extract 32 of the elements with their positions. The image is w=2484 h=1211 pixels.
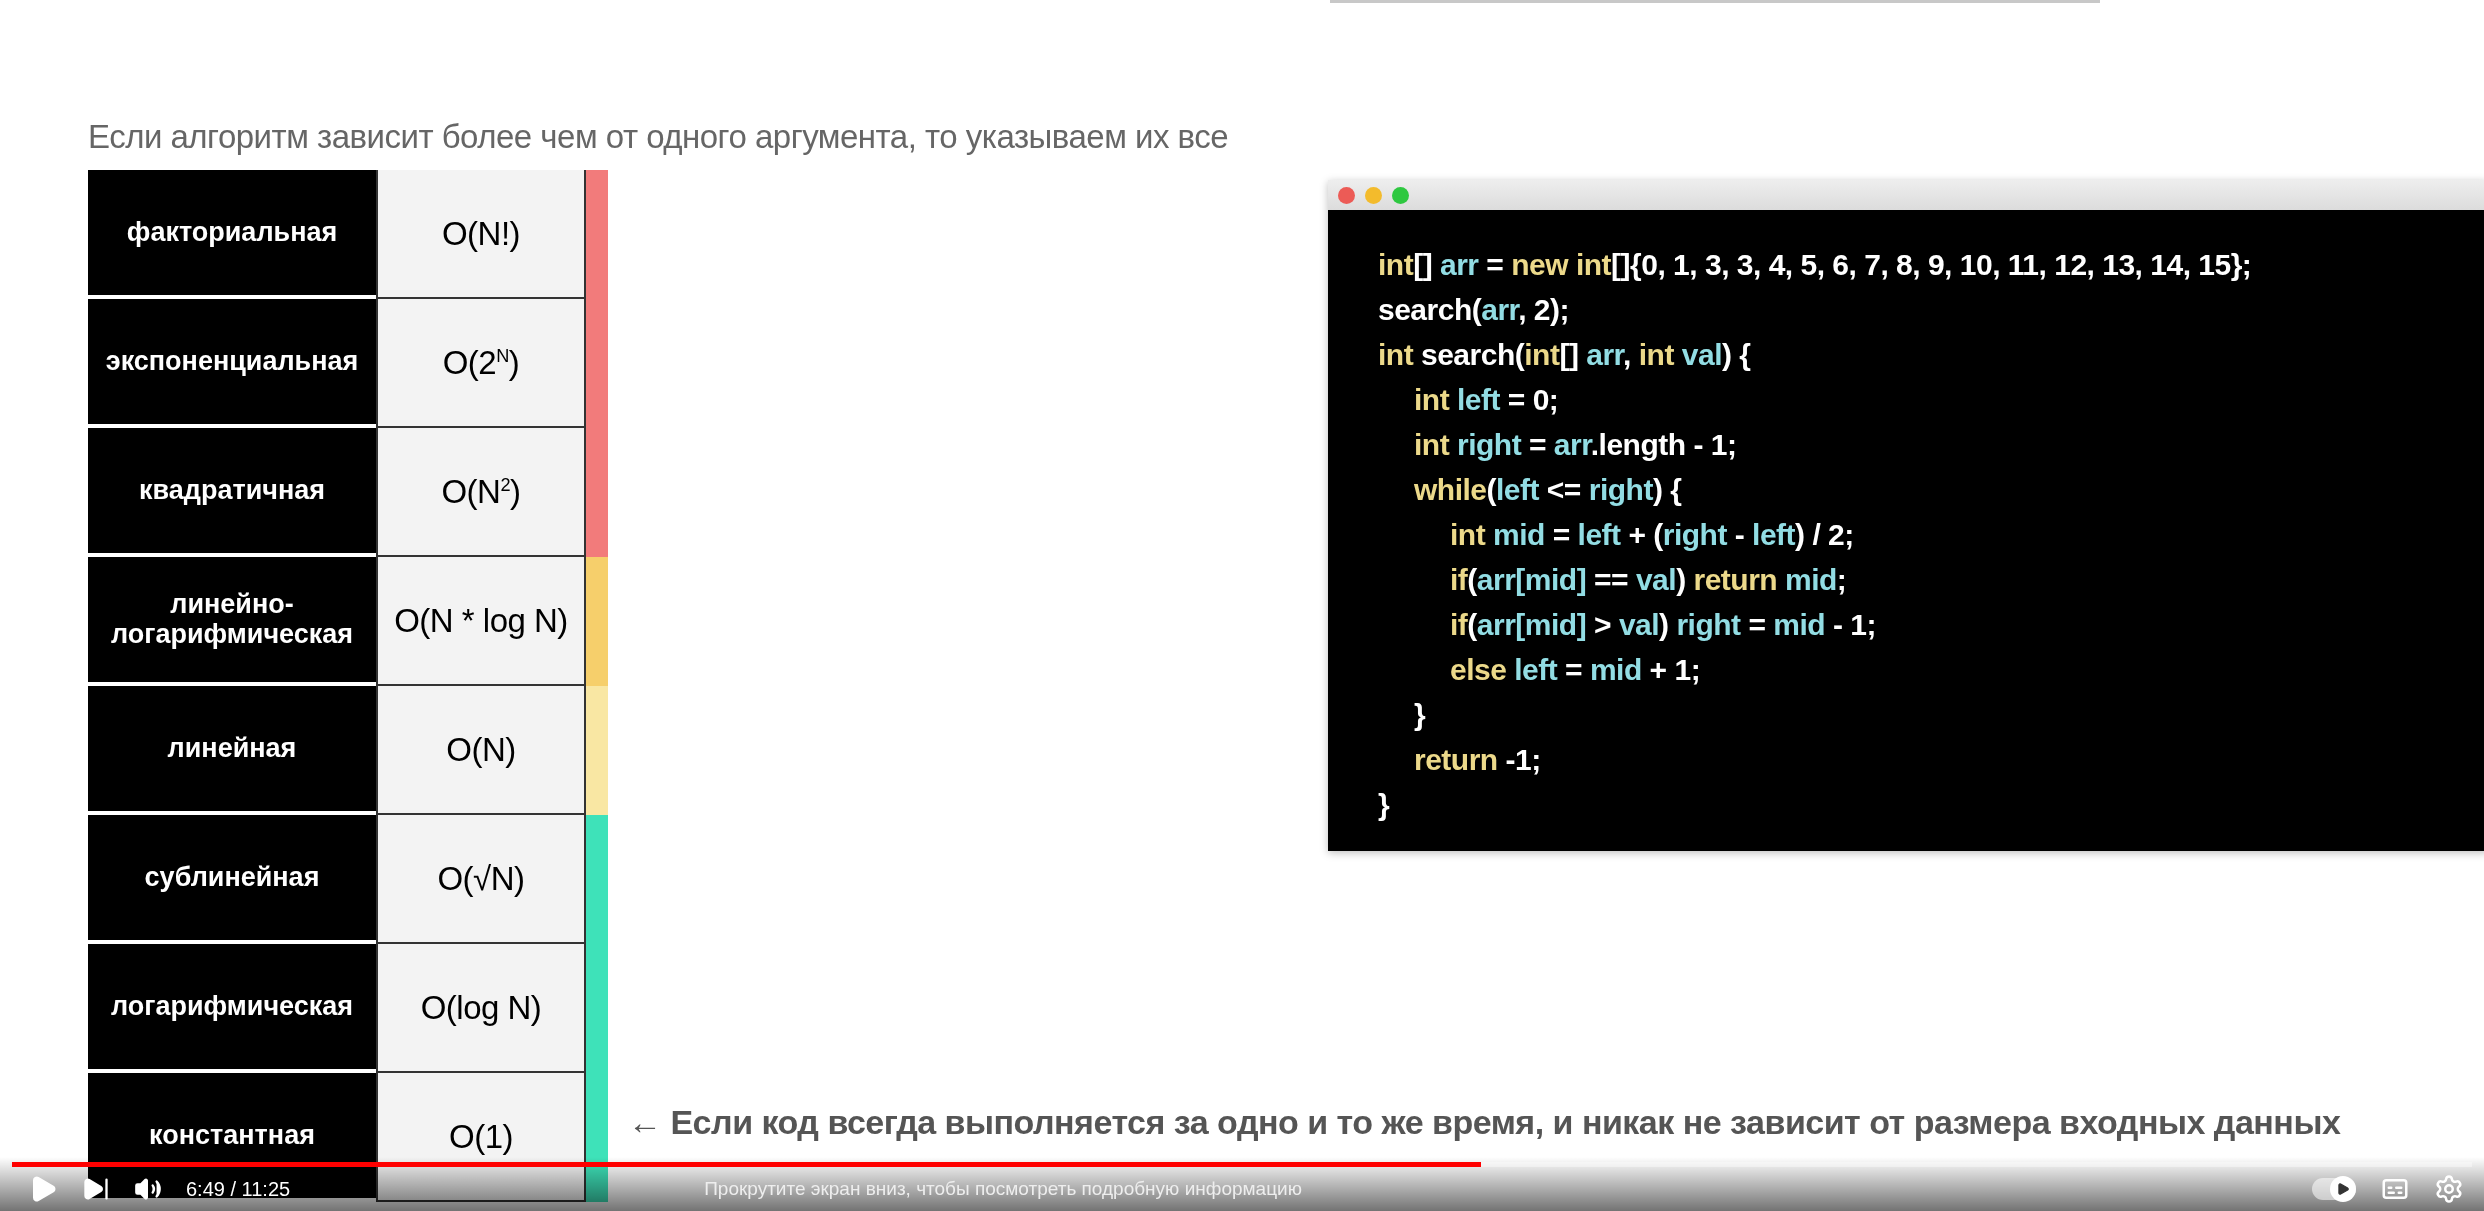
code-line: int[] arr = new int[]{0, 1, 3, 3, 4, 5, 6, 7, 8, 9, 10, 11, 12, 13, 14, 15};: [1378, 247, 2253, 283]
slide-heading: Если алгоритм зависит более чем от одного аргумента, то указываем их все: [88, 118, 1230, 156]
code-line: }: [1378, 787, 1391, 823]
autoplay-toggle[interactable]: [2312, 1178, 2356, 1200]
close-dot-icon: [1338, 186, 1355, 204]
code-line: while(left <= right) {: [1414, 472, 1683, 508]
code-line: return -1;: [1414, 742, 1542, 778]
code-line: int search(int[] arr, int val) {: [1378, 337, 1752, 373]
code-line: else left = mid + 1;: [1450, 652, 1702, 688]
play-icon: [2336, 1182, 2350, 1196]
code-line: int left = 0;: [1414, 382, 1560, 418]
table-cell: O(√N): [376, 815, 586, 944]
table-cell: O(N): [376, 686, 586, 815]
table-cell: O(2$^{N}$): [376, 299, 586, 428]
note-text: ← Если код всегда выполняется за одно и то же время, и никак не зависит от размера входных данных: [628, 1103, 2341, 1142]
table-cell: O(N * log N): [376, 557, 586, 686]
code-line: if(arr[mid] > val) right = mid - 1;: [1450, 607, 1877, 643]
code-line: search(arr, 2);: [1378, 292, 1570, 328]
scroll-hint: Прокрутите экран вниз, чтобы посмотреть подробную информацию: [704, 1178, 1303, 1200]
table-cell: O(1): [376, 1073, 586, 1202]
progress-bar[interactable]: [12, 1162, 2472, 1167]
zoom-dot-icon: [1392, 186, 1409, 204]
code-line: int right = arr.length - 1;: [1414, 427, 1738, 463]
table-cell: O(log N): [376, 944, 586, 1073]
settings-button[interactable]: [2434, 1174, 2464, 1204]
table-cell: O(N!): [376, 170, 586, 299]
table-cell: O(N$^{2}$): [376, 428, 586, 557]
minimize-dot-icon: [1365, 186, 1382, 204]
code-line: int mid = left + (right - left) / 2;: [1450, 517, 1855, 553]
time-display: 6:49 / 11:25: [186, 1177, 291, 1201]
code-line: }: [1414, 697, 1427, 733]
code-line: if(arr[mid] == val) return mid;: [1450, 562, 1848, 598]
